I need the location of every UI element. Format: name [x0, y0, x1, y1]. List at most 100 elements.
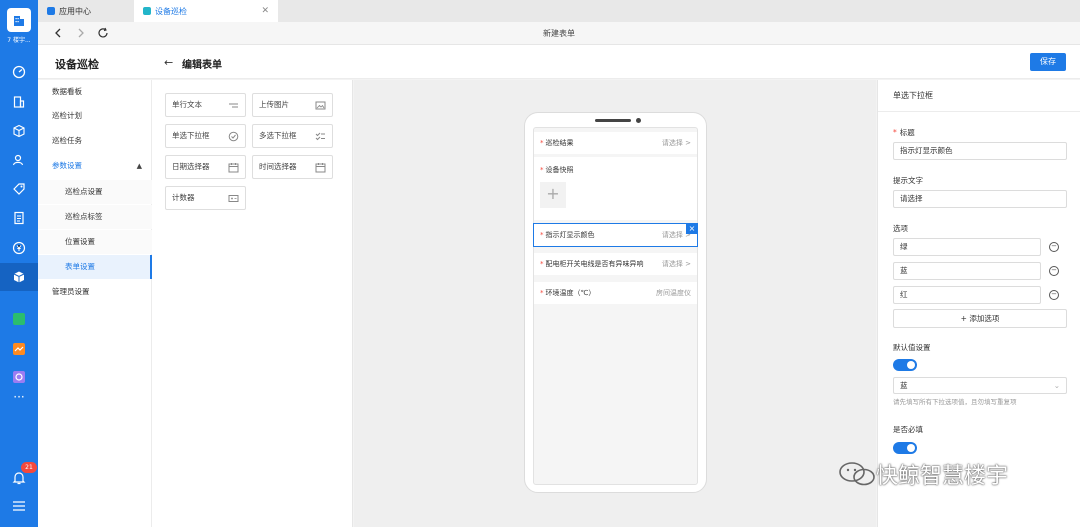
org-name[interactable]: 7 楼宇...: [0, 35, 38, 44]
field-label: * 配电柜开关电线是否有异味异响: [540, 260, 644, 268]
required-toggle[interactable]: [893, 442, 917, 454]
remove-option-icon[interactable]: −: [1049, 242, 1059, 252]
sidebar-item-form-settings[interactable]: 表单设置: [38, 255, 152, 279]
default-value-help: 请先填写所有下拉选项值，且勿填写重复项: [893, 398, 1017, 406]
module-title: 设备巡检: [55, 58, 99, 71]
module-sidebar: 数据看板 巡检计划 巡检任务 参数设置 ▲ 巡检点设置 巡检点标签 位置设置 表…: [38, 80, 152, 527]
default-value-label: 默认值设置: [893, 343, 931, 352]
form-field-ambient-temperature[interactable]: * 环境温度（℃） 房间温度仪: [534, 282, 697, 304]
form-field-indicator-color[interactable]: * 指示灯显示颜色 请选择 > ×: [533, 223, 698, 247]
properties-title: 单选下拉框: [878, 80, 1080, 112]
app-rail: 7 楼宇... ··· 21: [0, 0, 38, 527]
required-label: 是否必填: [893, 425, 923, 434]
sidebar-item-inspection-task[interactable]: 巡检任务: [38, 129, 152, 153]
notification-badge: 21: [21, 462, 37, 473]
dashboard-icon[interactable]: [11, 64, 27, 80]
document-icon[interactable]: [11, 210, 27, 226]
component-single-select[interactable]: 单选下拉框: [165, 124, 246, 148]
sidebar-group-parameter-settings[interactable]: 参数设置 ▲: [38, 154, 152, 178]
check-circle-icon: [228, 131, 239, 142]
app-purple-icon[interactable]: [13, 371, 25, 383]
option-input[interactable]: 蓝: [893, 262, 1041, 280]
field-label: * 环境温度（℃）: [540, 289, 596, 297]
page-header: 设备巡检 ← 编辑表单 保存: [38, 45, 1080, 79]
hint-input[interactable]: 请选择: [893, 190, 1067, 208]
add-option-button[interactable]: + 添加选项: [893, 309, 1067, 328]
page-window-title: 新建表单: [543, 29, 575, 38]
building-icon[interactable]: [11, 94, 27, 110]
delete-field-icon[interactable]: ×: [686, 223, 698, 234]
more-apps-icon[interactable]: ···: [0, 391, 38, 403]
sidebar-item-location-settings[interactable]: 位置设置: [38, 230, 152, 254]
field-placeholder: 请选择 >: [661, 260, 691, 268]
option-input[interactable]: 红: [893, 286, 1041, 304]
remove-option-icon[interactable]: −: [1049, 290, 1059, 300]
phone-preview: * 巡检结果 请选择 > * 设备快照 + * 指示灯显示颜色 请选择 > × * 配电…: [524, 112, 707, 493]
refresh-icon[interactable]: [97, 27, 109, 39]
component-counter[interactable]: 计数器: [165, 186, 246, 210]
component-label: 日期选择器: [172, 162, 210, 171]
default-value-toggle[interactable]: [893, 359, 917, 371]
app-chart-icon[interactable]: [13, 343, 25, 355]
watermark: 快鲸智慧楼宇: [838, 458, 1008, 490]
watermark-text: 快鲸智慧楼宇: [876, 464, 1009, 489]
wechat-icon: [839, 462, 875, 486]
default-value-select[interactable]: 蓝 ⌄: [893, 377, 1067, 394]
option-input[interactable]: 绿: [893, 238, 1041, 256]
sidebar-group-label: 参数设置: [52, 161, 82, 170]
field-placeholder: 房间温度仪: [656, 289, 691, 297]
image-icon: [315, 101, 326, 110]
sidebar-item-inspection-plan[interactable]: 巡检计划: [38, 104, 152, 128]
tab-label: 设备巡检: [155, 6, 187, 16]
field-label: * 设备快照: [540, 166, 574, 174]
hint-label: 提示文字: [893, 176, 923, 185]
add-photo-icon[interactable]: +: [540, 182, 566, 208]
tab-device-inspection[interactable]: 设备巡检 ✕: [134, 0, 278, 22]
title-input[interactable]: 指示灯显示颜色: [893, 142, 1067, 160]
phone-camera: [636, 118, 641, 123]
page-title: 编辑表单: [182, 60, 222, 71]
users-icon[interactable]: [11, 152, 27, 168]
phone-screen: * 巡检结果 请选择 > * 设备快照 + * 指示灯显示颜色 请选择 > × * 配电…: [533, 127, 698, 485]
tab-app-center[interactable]: 应用中心: [38, 0, 134, 22]
inspection-tab-icon: [143, 7, 151, 15]
component-multi-select[interactable]: 多选下拉框: [252, 124, 333, 148]
sidebar-item-dashboard[interactable]: 数据看板: [38, 80, 152, 104]
component-upload-image[interactable]: 上传图片: [252, 93, 333, 117]
sidebar-item-inspection-point-tags[interactable]: 巡检点标签: [38, 205, 152, 229]
app-center-icon: [47, 7, 55, 15]
form-field-cabinet-odor[interactable]: * 配电柜开关电线是否有异味异响 请选择 >: [534, 253, 697, 275]
selected-value: 蓝: [900, 381, 908, 390]
back-icon[interactable]: [52, 27, 64, 39]
sidebar-item-admin-settings[interactable]: 管理员设置: [38, 280, 152, 304]
tag-icon[interactable]: [11, 181, 27, 197]
app-green-icon[interactable]: [13, 313, 25, 325]
component-label: 计数器: [172, 193, 195, 202]
building-logo-icon[interactable]: [7, 8, 31, 32]
counter-icon: [228, 195, 239, 202]
inspection-app-icon[interactable]: [0, 263, 38, 291]
component-label: 时间选择器: [259, 162, 297, 171]
hamburger-menu-icon[interactable]: [12, 500, 26, 512]
save-button[interactable]: 保存: [1030, 53, 1066, 71]
forward-icon[interactable]: [75, 27, 87, 39]
back-arrow-icon[interactable]: ←: [164, 56, 173, 69]
component-date-picker[interactable]: 日期选择器: [165, 155, 246, 179]
cube-icon[interactable]: [11, 123, 27, 139]
component-time-picker[interactable]: 时间选择器: [252, 155, 333, 179]
field-label: * 巡检结果: [540, 139, 574, 147]
component-single-line-text[interactable]: 单行文本: [165, 93, 246, 117]
calendar-clock-icon: [315, 163, 326, 173]
component-label: 单行文本: [172, 100, 202, 109]
form-field-device-snapshot[interactable]: * 设备快照 +: [534, 157, 697, 220]
chevron-down-icon: ⌄: [1053, 381, 1060, 390]
phone-speaker: [595, 119, 631, 122]
remove-option-icon[interactable]: −: [1049, 266, 1059, 276]
currency-icon[interactable]: [11, 240, 27, 256]
sidebar-item-inspection-point-settings[interactable]: 巡检点设置: [38, 180, 152, 204]
form-field-inspection-result[interactable]: * 巡检结果 请选择 >: [534, 132, 697, 154]
close-tab-icon[interactable]: ✕: [261, 6, 269, 16]
calendar-icon: [228, 163, 239, 173]
component-label: 单选下拉框: [172, 131, 210, 140]
chevron-up-icon: ▲: [136, 162, 142, 170]
